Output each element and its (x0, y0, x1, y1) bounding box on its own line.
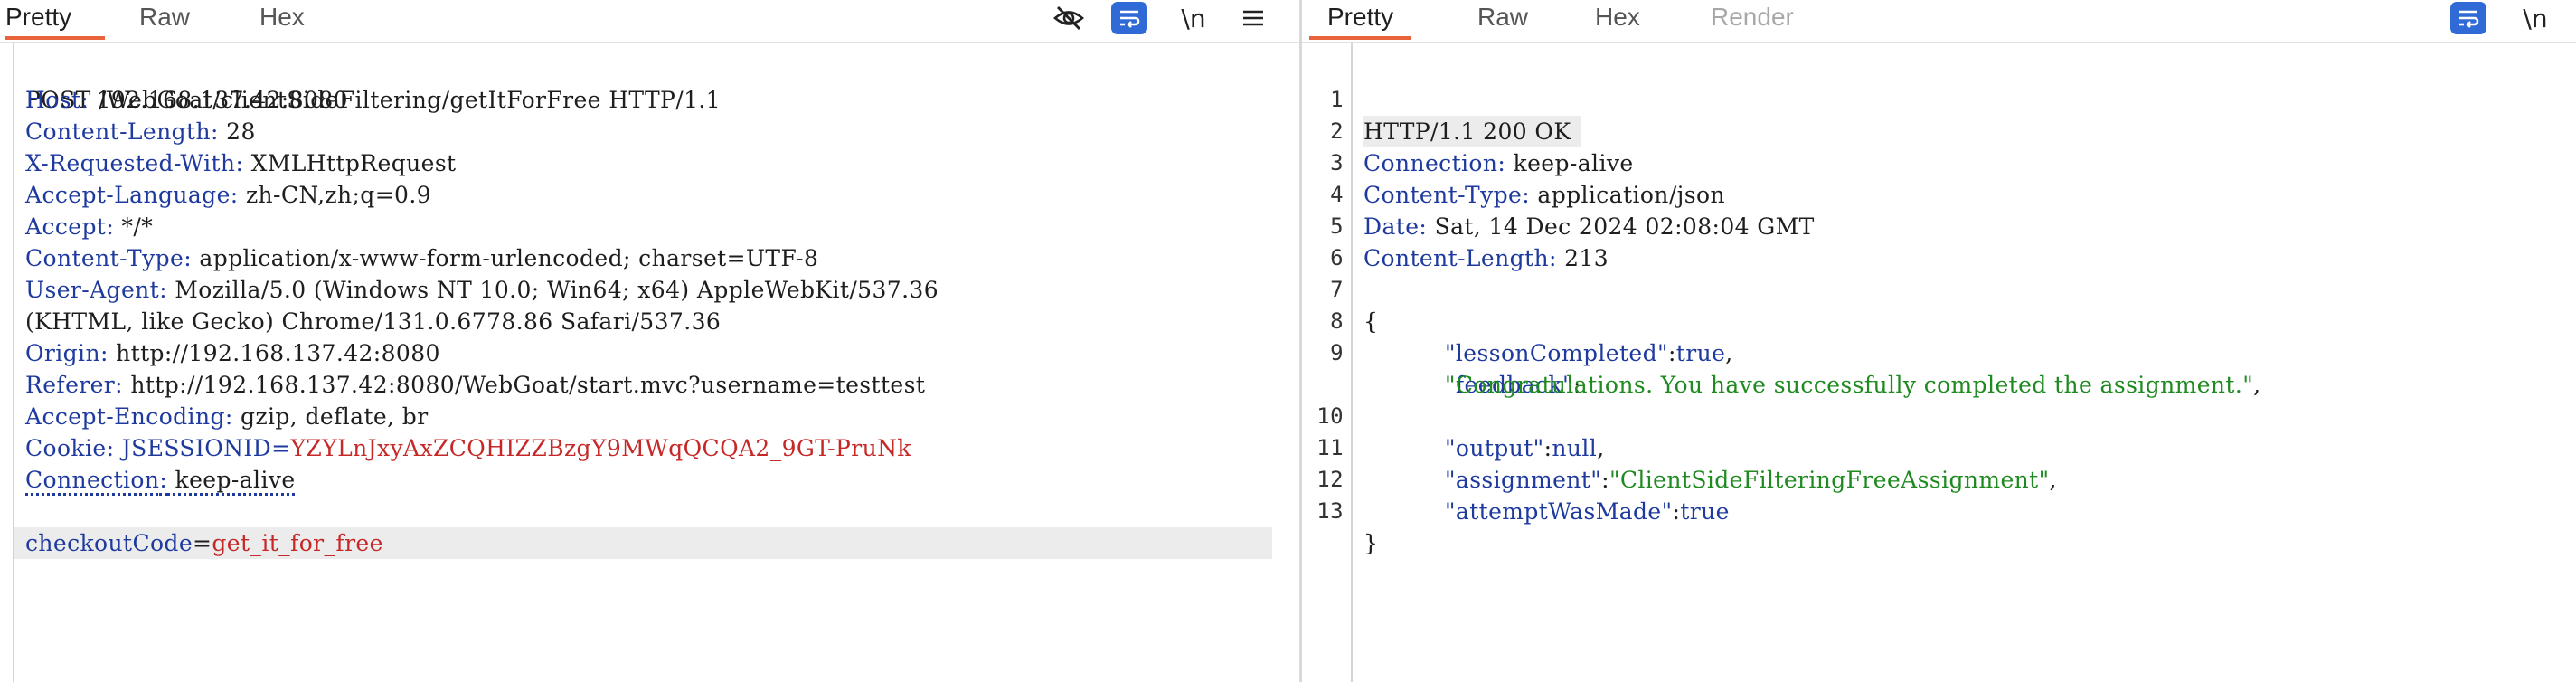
header-name: Connection (25, 467, 160, 493)
header-value: (KHTML, like Gecko) Chrome/131.0.6778.86… (25, 308, 722, 335)
header-name: Referer (25, 372, 116, 398)
response-line-continuation: "Congratulations. You have successfully … (1302, 337, 2576, 398)
header-name: User-Agent (25, 277, 160, 303)
eye-slash-icon[interactable] (1051, 0, 1087, 36)
cookie-value: YZYLnJxyAxZCQHIZZBzgY9MWqQCQA2_9GT-PruNk (290, 435, 911, 461)
header-line: Content-Length: 28 (25, 118, 256, 145)
response-line: 12 "attemptWasMade":true (1302, 432, 2576, 525)
response-editor[interactable]: 1 HTTP/1.1 200 OK 2 Connection: keep-ali… (1302, 43, 2576, 682)
header-line: X-Requested-With: XMLHttpRequest (25, 150, 457, 176)
header-line: Accept-Language: zh-CN,zh;q=0.9 (25, 182, 432, 208)
request-editor[interactable]: POST /WebGoat/clientSideFiltering/getItF… (0, 43, 1299, 682)
response-line: 1 HTTP/1.1 200 OK (1302, 52, 2576, 147)
header-value: Mozilla/5.0 (Windows NT 10.0; Win64; x64… (166, 277, 939, 303)
header-line: Host: 192.168.137.42:8080 (25, 87, 348, 113)
body-line: checkoutCode=get_it_for_free (14, 527, 1272, 559)
response-line: 3 Content-Type: application/json (1302, 116, 2576, 208)
request-pane: Pretty Raw Hex \n POST /WebGoat/clientSi… (0, 0, 1302, 682)
wrap-lines-icon[interactable] (1111, 2, 1147, 34)
header-value: zh-CN,zh;q=0.9 (238, 182, 432, 208)
response-tab-hex[interactable]: Hex (1595, 0, 1640, 40)
header-name: Content-Length (25, 118, 211, 145)
header-value: http://192.168.137.42:8080/WebGoat/start… (123, 372, 926, 398)
header-value: http://192.168.137.42:8080 (108, 340, 440, 366)
header-line: Accept-Encoding: gzip, deflate, br (25, 403, 429, 430)
header-value: 28 (218, 118, 256, 145)
request-tab-hex[interactable]: Hex (259, 0, 305, 40)
newline-toggle[interactable]: \n (1175, 0, 1212, 36)
response-tab-render: Render (1711, 3, 1794, 31)
header-line: Connection: keep-alive (25, 467, 296, 493)
json-key: "attemptWasMade" (1445, 498, 1673, 525)
response-line: 10 "output":null, (1302, 369, 2576, 461)
newline-toggle[interactable]: \n (2517, 0, 2553, 36)
response-line: 7 { (1302, 242, 2576, 335)
response-line: 6 (1302, 211, 2576, 270)
response-pane: Pretty Raw Hex Render \n 1 HTTP/1.1 200 … (1302, 0, 2576, 682)
line-number: 13 (1316, 498, 1344, 524)
header-value: gzip, deflate, br (232, 403, 429, 430)
body-param: checkoutCode (25, 530, 193, 556)
response-line: 2 Connection: keep-alive (1302, 84, 2576, 176)
header-line: Accept: */* (25, 213, 154, 240)
header-name: Content-Type (25, 245, 184, 271)
response-tab-pretty[interactable]: Pretty (1309, 0, 1411, 40)
header-name: X-Requested-With (25, 150, 236, 176)
json-value: true (1680, 498, 1730, 525)
request-tab-pretty[interactable]: Pretty (5, 0, 105, 40)
request-gutter (0, 43, 14, 682)
response-line: 9 "feedback": (1302, 306, 2576, 398)
header-value: keep-alive (167, 467, 296, 493)
response-line: 5 Content-Length: 213 (1302, 179, 2576, 271)
json-brace: } (1363, 530, 1379, 556)
response-lines: 1 HTTP/1.1 200 OK 2 Connection: keep-ali… (1302, 52, 2576, 556)
wrap-lines-icon[interactable] (2450, 2, 2486, 34)
cookie-line: Cookie: JSESSIONID=YZYLnJxyAxZCQHIZZBzgY… (25, 435, 911, 461)
response-tab-raw[interactable]: Raw (1477, 0, 1528, 40)
header-name: Accept (25, 213, 107, 240)
request-tabbar: Pretty Raw Hex \n (0, 0, 1299, 43)
header-value: 192.168.137.42:8080 (89, 87, 348, 113)
header-line: Referer: http://192.168.137.42:8080/WebG… (25, 372, 926, 398)
header-value: XMLHttpRequest (243, 150, 457, 176)
header-value: application/x-www-form-urlencoded; chars… (192, 245, 819, 271)
header-line: Content-Type: application/x-www-form-url… (25, 245, 819, 271)
response-tabbar: Pretty Raw Hex Render \n (1302, 0, 2576, 43)
header-name: Accept-Language (25, 182, 231, 208)
request-lines: POST /WebGoat/clientSideFiltering/getItF… (14, 52, 1299, 559)
hamburger-menu-icon[interactable] (1235, 0, 1271, 36)
header-line: Origin: http://192.168.137.42:8080 (25, 340, 440, 366)
response-line: 13 } (1302, 464, 2576, 556)
header-line: User-Agent: Mozilla/5.0 (Windows NT 10.0… (25, 277, 939, 303)
header-line-continuation: (KHTML, like Gecko) Chrome/131.0.6778.86… (14, 306, 1299, 337)
request-tab-raw[interactable]: Raw (139, 0, 190, 40)
header-name: Cookie (25, 435, 107, 461)
response-line: 4 Date: Sat, 14 Dec 2024 02:08:04 GMT (1302, 147, 2576, 240)
header-name: Origin (25, 340, 100, 366)
header-name: Accept-Encoding (25, 403, 225, 430)
request-line: POST /WebGoat/clientSideFiltering/getItF… (14, 52, 1299, 113)
response-line: 8 "lessonCompleted":true, (1302, 274, 2576, 366)
header-value: */* (114, 213, 154, 240)
body-value: get_it_for_free (212, 530, 383, 556)
header-name: Host (25, 87, 81, 113)
response-line: 11 "assignment":"ClientSideFilteringFree… (1302, 401, 2576, 493)
cookie-key: JSESSIONID (121, 435, 272, 461)
